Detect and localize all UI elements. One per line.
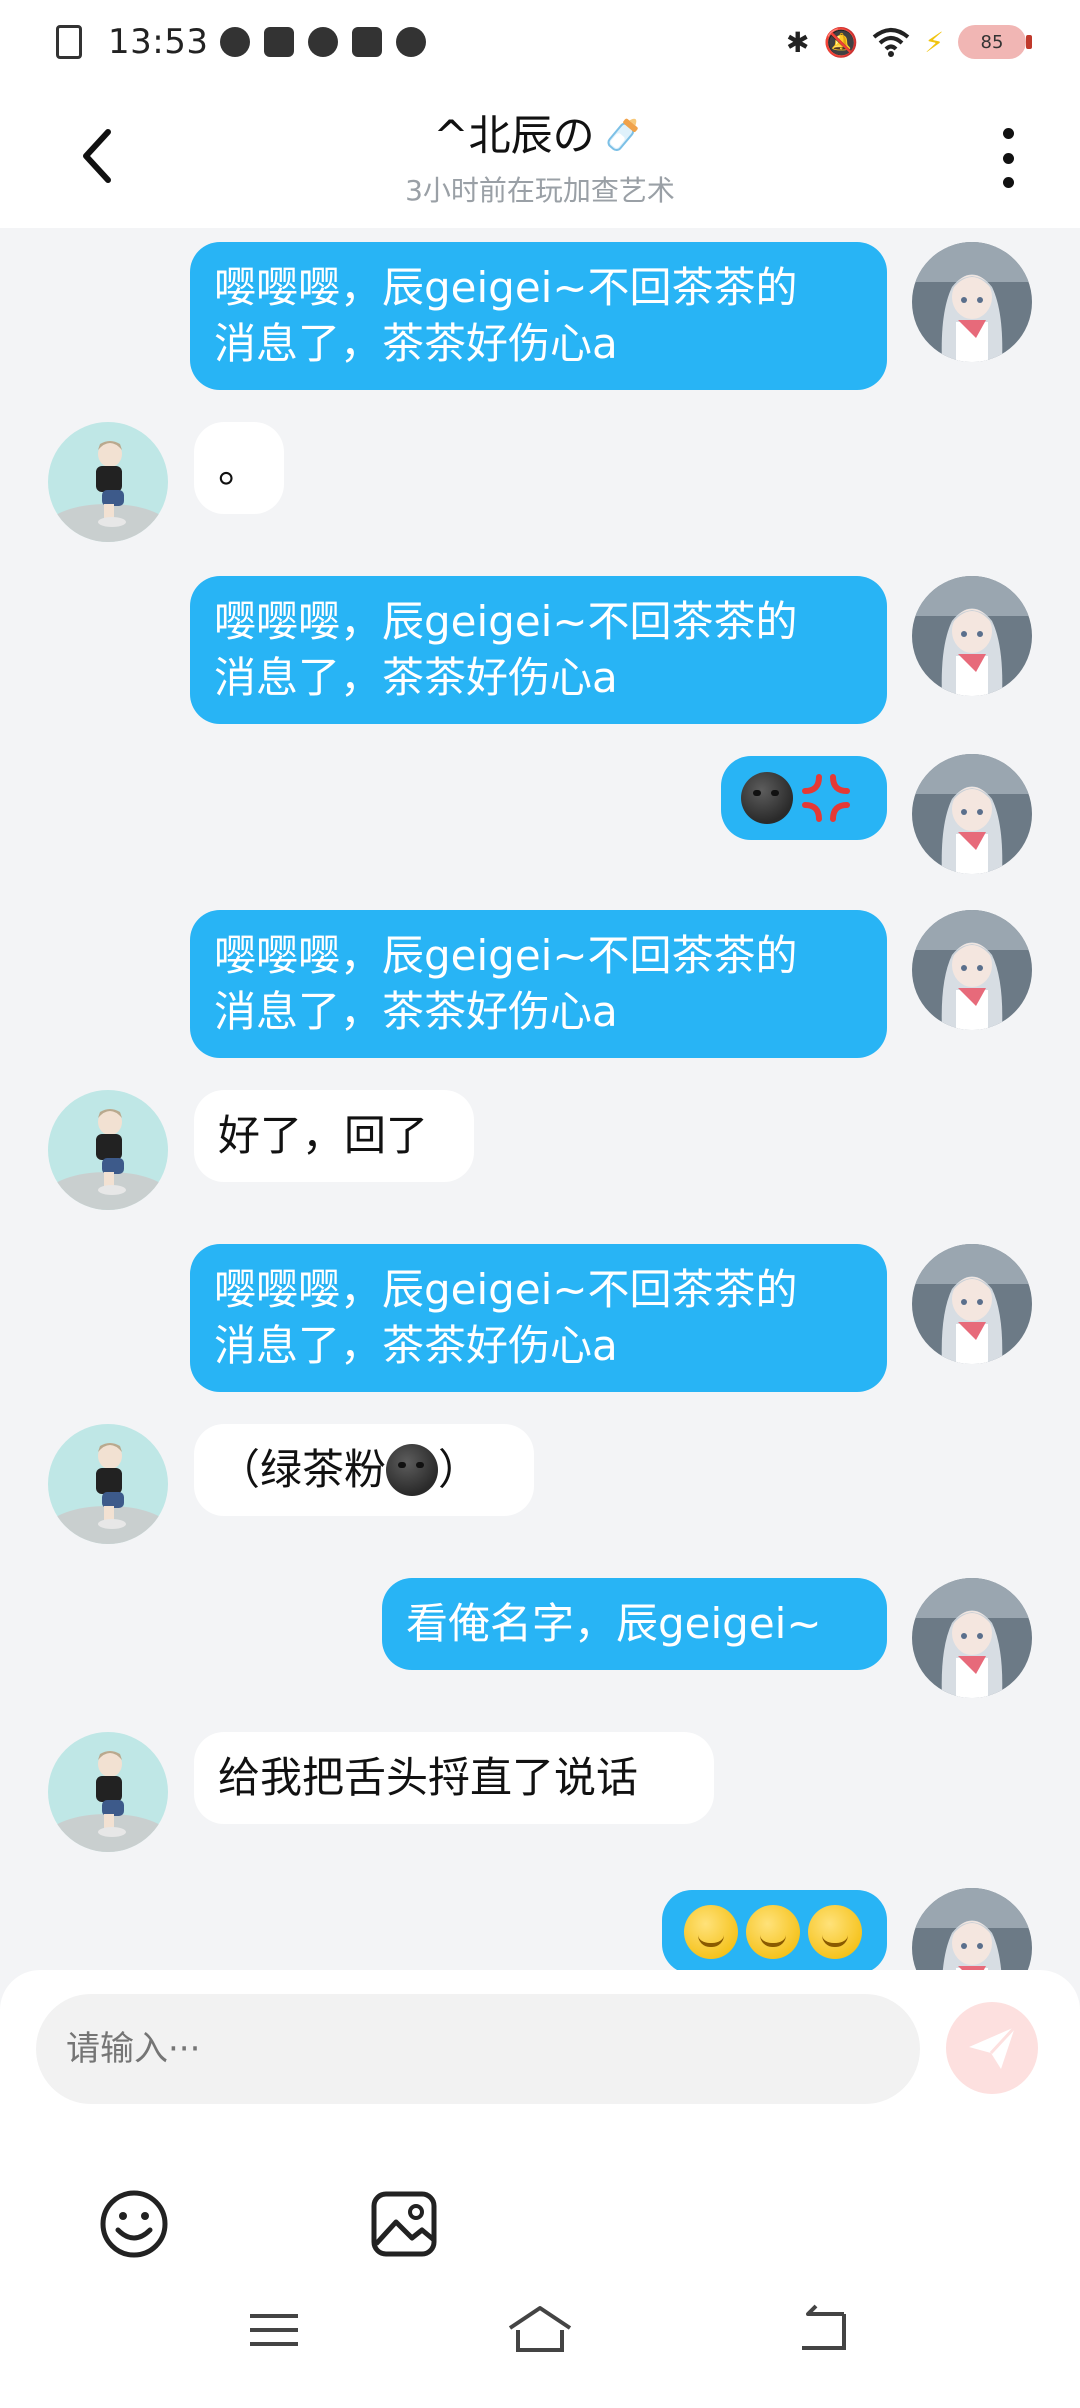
message-text: 给我把舌头捋直了说话 <box>218 1753 639 1802</box>
more-dot <box>1002 177 1014 188</box>
message-bubble-incoming[interactable]: 好了，回了 <box>194 1090 474 1182</box>
status-time: 13:53 <box>108 22 209 62</box>
baby-bottle-icon <box>607 118 638 151</box>
message-bubble-outgoing[interactable]: 看俺名字，辰geigei~ <box>382 1578 887 1670</box>
chat-title: ^北辰の <box>433 102 646 163</box>
bluetooth-icon: ✱ <box>785 25 810 59</box>
message-text: 嘤嘤嘤，辰geigei~不回茶茶的 <box>214 263 798 312</box>
message-text: 嘤嘤嘤，辰geigei~不回茶茶的 <box>214 1265 798 1314</box>
dark-face-icon <box>386 1444 439 1496</box>
message-text: 嘤嘤嘤，辰geigei~不回茶茶的 <box>214 597 798 646</box>
back-nav-button[interactable] <box>792 2300 852 2360</box>
message-text: ） <box>438 1445 481 1494</box>
compass-icon <box>220 27 251 57</box>
contact-name: ^北辰の <box>433 111 595 160</box>
return-icon <box>802 2304 846 2350</box>
message-bubble-outgoing[interactable]: 嘤嘤嘤，辰geigei~不回茶茶的 消息了，茶茶好伤心a <box>190 576 887 724</box>
message-text: 消息了，茶茶好伤心a <box>214 987 618 1036</box>
home-nav-button[interactable] <box>504 2300 576 2360</box>
more-dot <box>1002 152 1014 164</box>
bus-icon <box>352 27 383 57</box>
smirk-face-icon <box>808 1905 862 1959</box>
contact-avatar[interactable] <box>48 1424 168 1544</box>
image-button[interactable] <box>368 2188 440 2260</box>
smirk-face-icon <box>746 1905 800 1959</box>
message-list[interactable]: 嘤嘤嘤，辰geigei~不回茶茶的 消息了，茶茶好伤心a 。 嘤嘤嘤，辰geig… <box>0 228 1080 1970</box>
my-avatar[interactable] <box>912 1244 1032 1364</box>
battery-level: 85 <box>980 31 1004 53</box>
bell-off-icon: 🔕 <box>823 25 859 59</box>
message-text: 嘤嘤嘤，辰geigei~不回茶茶的 <box>214 931 798 980</box>
contact-avatar[interactable] <box>48 1090 168 1210</box>
message-bubble-incoming[interactable]: 给我把舌头捋直了说话 <box>194 1732 714 1824</box>
contact-avatar[interactable] <box>48 1732 168 1852</box>
message-input[interactable] <box>36 1994 920 2104</box>
menu-nav-button[interactable] <box>244 2300 304 2360</box>
battery-icon: 85 <box>958 25 1032 59</box>
message-bubble-outgoing[interactable] <box>721 756 887 840</box>
cloud-icon <box>396 27 427 57</box>
dark-face-icon <box>741 772 793 824</box>
send-button[interactable] <box>946 2002 1038 2094</box>
menu-icon <box>250 2314 298 2346</box>
more-options-button[interactable] <box>988 128 1028 188</box>
chevron-left-icon <box>83 129 111 183</box>
title-block[interactable]: ^北辰の 3小时前在玩加查艺术 <box>240 102 840 209</box>
smiley-icon <box>100 2190 168 2258</box>
message-text: 看俺名字，辰geigei~ <box>406 1599 822 1648</box>
message-bubble-incoming[interactable]: （绿茶粉 ） <box>194 1424 534 1516</box>
message-bubble-outgoing[interactable]: 嘤嘤嘤，辰geigei~不回茶茶的 消息了，茶茶好伤心a <box>190 910 887 1058</box>
mail-icon <box>264 27 295 57</box>
message-bubble-incoming[interactable]: 。 <box>194 422 284 514</box>
message-text: 好了，回了 <box>218 1111 429 1160</box>
message-text: 。 <box>218 443 261 492</box>
message-text: （绿茶粉 <box>218 1445 387 1494</box>
my-avatar[interactable] <box>912 910 1032 1030</box>
home-icon <box>508 2306 572 2352</box>
wifi-icon <box>873 28 910 57</box>
image-icon <box>371 2191 437 2257</box>
paper-plane-icon <box>969 2025 1017 2069</box>
status-bar: 13:53 ✱ 🔕 ⚡ 85 <box>0 0 1080 84</box>
my-avatar[interactable] <box>912 576 1032 696</box>
message-text: 消息了，茶茶好伤心a <box>214 319 618 368</box>
message-text: 消息了，茶茶好伤心a <box>214 653 618 702</box>
message-bubble-outgoing[interactable]: 嘤嘤嘤，辰geigei~不回茶茶的 消息了，茶茶好伤心a <box>190 1244 887 1392</box>
chat-subtitle: 3小时前在玩加查艺术 <box>405 174 675 207</box>
smirk-face-icon <box>684 1905 738 1959</box>
message-text: 消息了，茶茶好伤心a <box>214 1321 618 1370</box>
chat-header: ^北辰の 3小时前在玩加查艺术 <box>0 84 1080 228</box>
more-dot <box>1002 128 1014 139</box>
my-avatar[interactable] <box>912 242 1032 362</box>
back-button[interactable] <box>70 124 126 188</box>
my-avatar[interactable] <box>912 1888 1032 1970</box>
system-navigation-bar <box>0 2300 1080 2390</box>
document-x-icon <box>56 25 82 59</box>
message-bubble-outgoing[interactable]: 嘤嘤嘤，辰geigei~不回茶茶的 消息了，茶茶好伤心a <box>190 242 887 390</box>
my-avatar[interactable] <box>912 1578 1032 1698</box>
charging-bolt-icon: ⚡ <box>924 25 944 59</box>
my-avatar[interactable] <box>912 754 1032 874</box>
emoji-button[interactable] <box>98 2188 170 2260</box>
message-bubble-outgoing[interactable] <box>662 1890 887 1970</box>
anger-symbol-icon <box>802 774 850 822</box>
contact-avatar[interactable] <box>48 422 168 542</box>
play-icon <box>308 27 339 57</box>
